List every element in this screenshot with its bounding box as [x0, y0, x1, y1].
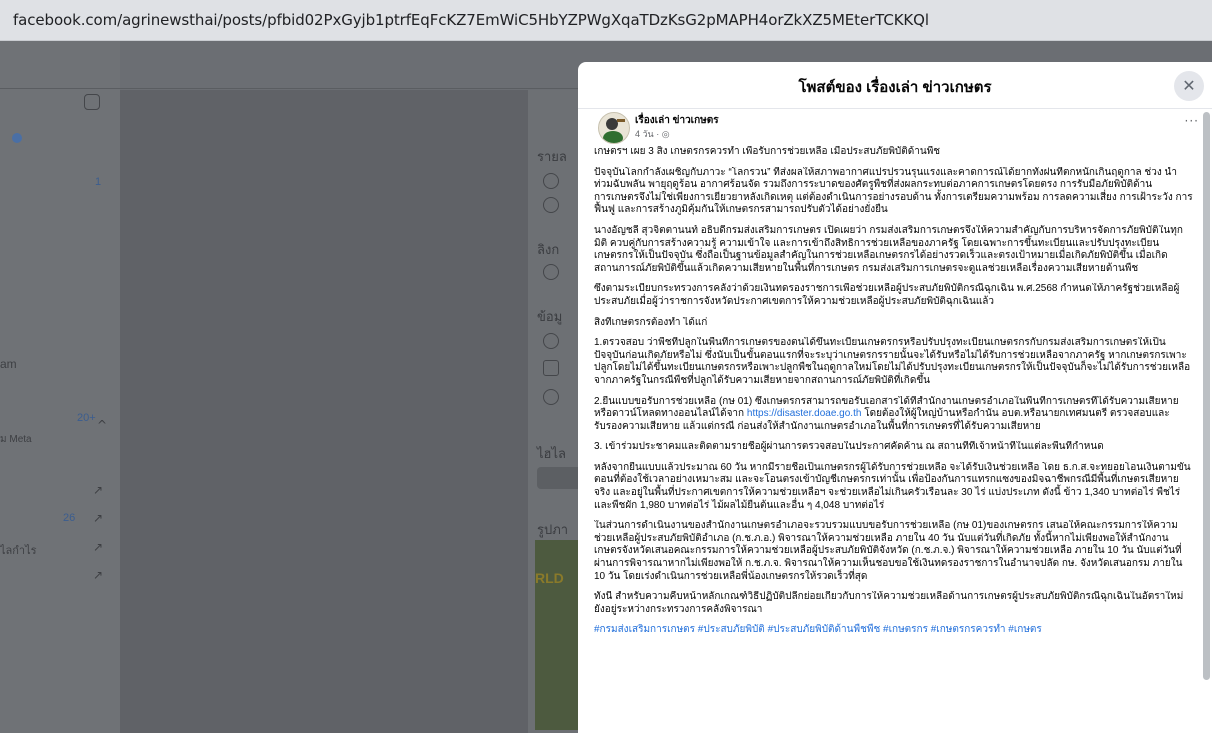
background-external-icon: ↗: [93, 568, 104, 582]
more-options-button[interactable]: ···: [1185, 114, 1199, 128]
post-paragraph: ในส่วนการดำเนินงานของสำนักงานเกษตรอำเภอจ…: [594, 520, 1183, 582]
post-paragraph: สิ่งที่เกษตรกรต้องทำ ได้แก่: [594, 316, 708, 328]
background-chevron-up-icon: ^: [97, 418, 108, 432]
post-paragraph: 3. เข้าร่วมประชาคมและติดตามรายชื่อผู้ผ่า…: [594, 441, 1104, 453]
dialog-title: โพสต์ของ เรื่องเล่า ข่าวเกษตร: [798, 79, 992, 96]
background-panel-icon: [84, 94, 100, 110]
background-link-icon: [543, 264, 559, 280]
background-section-2: ลิงก: [537, 242, 560, 257]
post-paragraph: ปัจจุบันโลกกำลังเผชิญกับภาวะ “โลกรวน” ที…: [594, 166, 1193, 216]
background-messenger-icon: [543, 389, 559, 405]
background-location-icon: [543, 197, 559, 213]
post-paragraph: ทั้งนี้ สำหรับความคืบหน้าหลักเกณฑ์วิธีปฏ…: [594, 591, 1184, 615]
post-timestamp[interactable]: 4 วัน · ◎: [635, 127, 670, 141]
post-paragraph: เกษตรฯ เผย 3 สิ่ง เกษตรกรควรทำ เพื่อรับก…: [594, 146, 941, 157]
background-count-1: 1: [95, 176, 102, 188]
avatar[interactable]: [598, 112, 630, 144]
background-clock-icon: [543, 173, 559, 189]
post-paragraph: นางอัญชลี สุวจิตตานนท์ อธิบดีกรมส่งเสริม…: [594, 224, 1183, 274]
background-label-2: ม Meta: [0, 434, 32, 445]
post-body: เรื่องเล่า ข่าวเกษตร 4 วัน · ◎ ··· เกษตร…: [590, 108, 1205, 637]
background-label-3: ไลกำไร: [0, 545, 37, 557]
background-feed: [120, 90, 530, 733]
background-label-1: am: [0, 357, 17, 371]
background-section-5: รูปภา: [537, 522, 569, 537]
close-button[interactable]: ✕: [1174, 71, 1204, 101]
background-photo: RLD: [535, 540, 580, 730]
background-mail-icon: [543, 360, 559, 376]
background-external-icon: ↗: [93, 511, 104, 525]
post-paragraph: 1.ตรวจสอบ ว่าพืชที่ปลูกในพื้นที่การเกษตร…: [594, 337, 1191, 386]
post-hashtags[interactable]: #กรมส่งเสริมการเกษตร #ประสบภัยพิบัติ #ปร…: [594, 624, 1194, 637]
post-dialog: โพสต์ของ เรื่องเล่า ข่าวเกษตร ✕ เรื่องเล…: [578, 62, 1212, 733]
dialog-header: โพสต์ของ เรื่องเล่า ข่าวเกษตร ✕: [578, 62, 1212, 109]
background-count-3: 26: [63, 512, 76, 524]
background-phone-icon: [543, 333, 559, 349]
background-section-4: ไฮไล: [537, 446, 566, 461]
post-paragraph: ซึ่งตามระเบียบกระทรวงการคลังว่าด้วยเงินท…: [594, 283, 1180, 307]
post-author-row: เรื่องเล่า ข่าวเกษตร 4 วัน · ◎ ···: [590, 108, 1205, 146]
background-sidebar: [0, 41, 120, 733]
background-button: [537, 467, 582, 489]
background-status-dot: [12, 133, 22, 143]
url-text[interactable]: facebook.com/agrinewsthai/posts/pfbid02P…: [13, 11, 929, 29]
close-icon: ✕: [1182, 76, 1196, 95]
post-paragraph: 2.ยื่นแบบขอรับการช่วยเหลือ (กษ 01) ซึ่งเ…: [594, 396, 1194, 434]
background-external-icon: ↗: [93, 483, 104, 497]
address-bar[interactable]: facebook.com/agrinewsthai/posts/pfbid02P…: [0, 0, 1212, 41]
author-name[interactable]: เรื่องเล่า ข่าวเกษตร: [635, 113, 719, 128]
background-external-icon: ↗: [93, 540, 104, 554]
background-section-1: รายล: [537, 149, 567, 164]
post-paragraph: หลังจากยื่นแบบแล้วประมาณ 60 วัน หากมีราย…: [594, 461, 1191, 511]
disaster-link[interactable]: https://disaster.doae.go.th: [747, 408, 862, 419]
background-count-2: 20+: [77, 412, 96, 424]
background-section-3: ข้อมู: [537, 309, 563, 324]
